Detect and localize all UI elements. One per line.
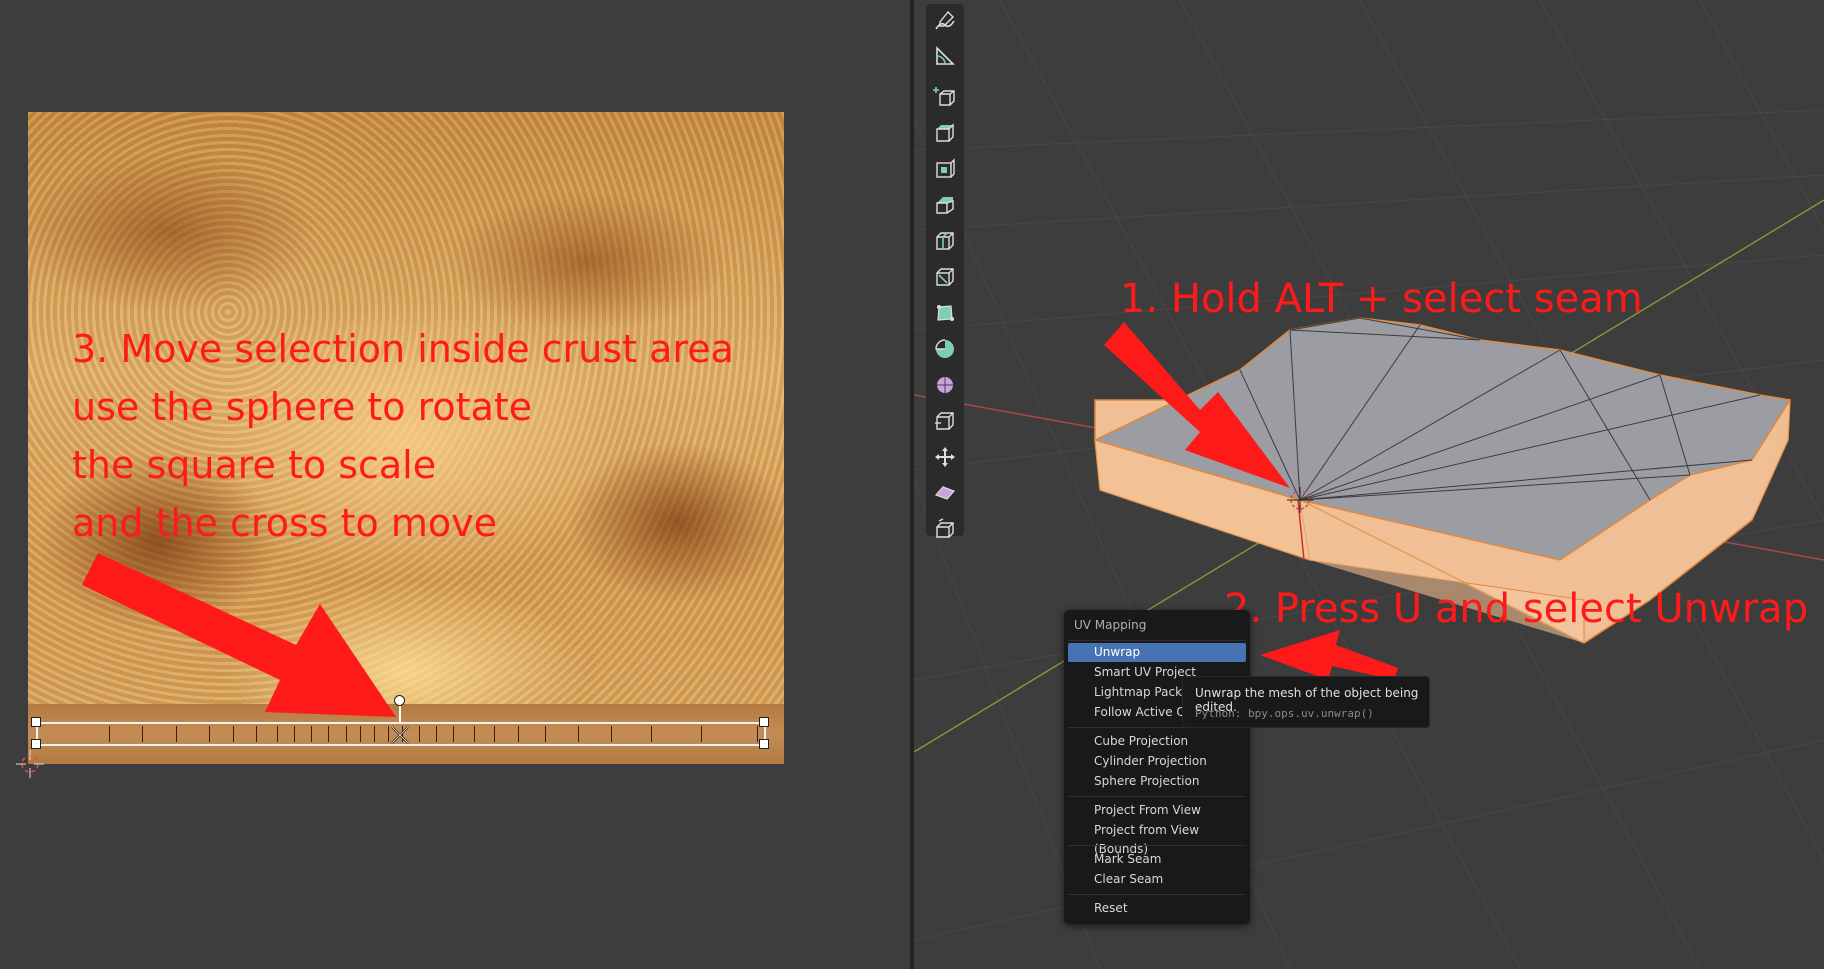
menu-item-clear-seam[interactable]: Clear Seam (1068, 870, 1246, 889)
menu-item-sphere-projection[interactable]: Sphere Projection (1068, 772, 1246, 791)
knife-icon[interactable] (930, 262, 960, 292)
inset-faces-icon[interactable] (930, 154, 960, 184)
spin-icon[interactable] (930, 334, 960, 364)
poly-build-icon[interactable] (930, 298, 960, 328)
annotation-step-2: 2. Press U and select Unwrap (1224, 586, 1809, 632)
annotation-step-1: 1. Hold ALT + select seam (1120, 276, 1643, 322)
annotate-icon[interactable] (930, 6, 960, 36)
measure-icon[interactable] (930, 41, 960, 71)
edge-slide-icon[interactable] (930, 406, 960, 436)
tooltip-python: Python: bpy.ops.uv.unwrap() (1195, 707, 1374, 720)
menu-item-mark-seam[interactable]: Mark Seam (1068, 850, 1246, 869)
rip-region-icon[interactable] (930, 514, 960, 544)
menu-item-project-from-view[interactable]: Project From View (1068, 801, 1246, 820)
viewport-grid (914, 0, 1824, 969)
annotation-step-3-line-2: use the sphere to rotate (72, 385, 533, 429)
bevel-icon[interactable] (930, 190, 960, 220)
3d-viewport[interactable] (914, 0, 1824, 969)
menu-item-cylinder-projection[interactable]: Cylinder Projection (1068, 752, 1246, 771)
menu-separator (1068, 845, 1246, 846)
annotation-step-3-line-3: the square to scale (72, 443, 437, 487)
annotation-step-3: 3. Move selection inside crust area use … (72, 320, 734, 552)
menu-item-reset[interactable]: Reset (1068, 899, 1246, 918)
menu-separator (1068, 894, 1246, 895)
loop-cut-icon[interactable] (930, 226, 960, 256)
shrink-fatten-icon[interactable] (930, 442, 960, 472)
annotation-step-3-line-1: 3. Move selection inside crust area (72, 327, 734, 371)
uv-menu-title: UV Mapping (1074, 618, 1147, 632)
annotation-arrow-2 (1260, 630, 1398, 680)
smooth-icon[interactable] (930, 370, 960, 400)
uv-mapping-menu: UV Mapping Unwrap Smart UV Project Light… (1064, 610, 1250, 924)
menu-separator (1068, 640, 1246, 641)
unwrap-tooltip: Unwrap the mesh of the object being edit… (1182, 676, 1430, 728)
add-cube-icon[interactable] (930, 82, 960, 112)
annotation-step-3-line-4: and the cross to move (72, 501, 497, 545)
menu-item-cube-projection[interactable]: Cube Projection (1068, 732, 1246, 751)
menu-separator (1068, 796, 1246, 797)
extrude-region-icon[interactable] (930, 118, 960, 148)
menu-item-project-from-view-bounds[interactable]: Project from View (Bounds) (1068, 821, 1246, 856)
menu-item-unwrap[interactable]: Unwrap (1068, 643, 1246, 662)
shear-icon[interactable] (930, 478, 960, 508)
tool-shelf (926, 4, 964, 538)
uv-editor-area[interactable]: 3. Move selection inside crust area use … (0, 0, 910, 969)
